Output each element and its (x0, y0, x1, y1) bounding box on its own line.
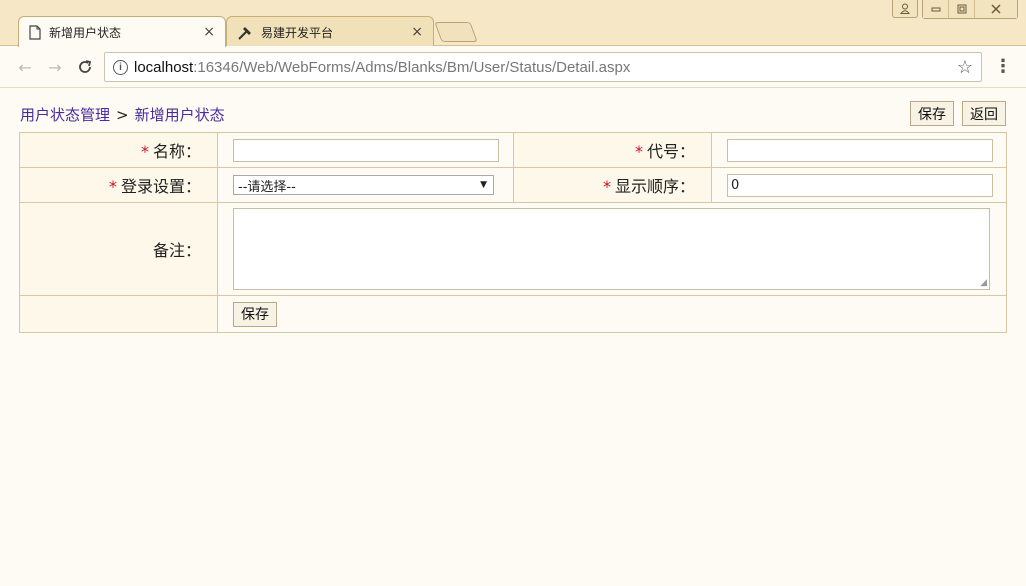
reload-icon[interactable] (74, 56, 96, 78)
code-input[interactable] (727, 138, 993, 162)
name-label: 名称： (152, 142, 201, 161)
hammer-icon (238, 26, 251, 40)
user-icon[interactable] (892, 0, 918, 18)
detail-form: * 名称： * 代号： * 登录设置： --请选择-- ▼ * 显示顺序： 0 备注： ◢… (19, 132, 1007, 333)
required-mark: * (140, 142, 149, 161)
close-icon[interactable]: × (203, 24, 215, 40)
empty-label-cell (19, 295, 218, 333)
close-window-icon[interactable] (975, 0, 1017, 18)
breadcrumb: 用户状态管理 > 新增用户状态 (20, 104, 225, 125)
tab-current[interactable]: 新增用户状态 × (18, 16, 226, 47)
restore-icon[interactable] (949, 0, 975, 18)
forward-arrow-icon[interactable]: → (44, 56, 66, 78)
url-path: :16346/Web/WebForms/Adms/Blanks/Bm/User/… (193, 58, 631, 76)
window-buttons (922, 0, 1018, 19)
window-controls (892, 0, 1018, 19)
order-input[interactable]: 0 (727, 173, 993, 197)
remark-textarea[interactable]: ◢ (233, 208, 990, 290)
page-icon (29, 24, 41, 40)
bookmark-star-icon[interactable]: ☆ (957, 57, 973, 78)
close-icon[interactable]: × (411, 24, 423, 40)
order-input-cell: 0 (711, 167, 1007, 203)
title-bar: 新增用户状态 × 易建开发平台 × (0, 0, 1026, 47)
login-select[interactable]: --请选择-- ▼ (233, 175, 494, 195)
breadcrumb-current: 新增用户状态 (134, 106, 225, 124)
dropdown-arrow-icon: ▼ (480, 180, 487, 190)
back-arrow-icon[interactable]: ← (14, 56, 36, 78)
order-label: 显示顺序： (614, 177, 695, 196)
remark-input-cell: ◢ (217, 202, 1007, 296)
browser-toolbar: ← → i localhost:16346/Web/WebForms/Adms/… (0, 46, 1026, 88)
login-select-value: --请选择-- (238, 179, 296, 195)
address-bar[interactable]: i localhost:16346/Web/WebForms/Adms/Blan… (104, 52, 982, 82)
login-label-cell: * 登录设置： (19, 167, 218, 203)
breadcrumb-parent-link[interactable]: 用户状态管理 (20, 106, 110, 124)
tab-title: 新增用户状态 (49, 25, 122, 40)
login-select-cell: --请选择-- ▼ (217, 167, 514, 203)
name-input-cell (217, 132, 514, 168)
info-icon[interactable]: i (113, 59, 128, 75)
code-label-cell: * 代号： (513, 132, 712, 168)
code-input-cell (711, 132, 1007, 168)
login-label: 登录设置： (120, 177, 201, 196)
order-label-cell: * 显示顺序： (513, 167, 712, 203)
name-input[interactable] (233, 138, 499, 162)
tab-title: 易建开发平台 (261, 25, 334, 40)
remark-label-cell: 备注： (19, 202, 218, 296)
new-tab-button[interactable] (434, 22, 478, 42)
minimize-icon[interactable] (923, 0, 949, 18)
tab-platform[interactable]: 易建开发平台 × (226, 16, 434, 47)
url-host: localhost (134, 58, 194, 76)
form-save-button[interactable]: 保存 (233, 301, 277, 327)
browser-menu-icon[interactable]: ⋮ (994, 56, 1012, 77)
name-label-cell: * 名称： (19, 132, 218, 168)
save-button[interactable]: 保存 (910, 101, 954, 126)
form-actions-cell: 保存 (217, 295, 1007, 333)
back-button[interactable]: 返回 (962, 101, 1006, 126)
required-mark: * (108, 177, 117, 196)
remark-label: 备注： (152, 241, 201, 260)
code-label: 代号： (646, 142, 695, 161)
breadcrumb-separator: > (116, 106, 129, 124)
required-mark: * (602, 177, 611, 196)
required-mark: * (634, 142, 643, 161)
resize-handle-icon[interactable]: ◢ (980, 278, 987, 288)
